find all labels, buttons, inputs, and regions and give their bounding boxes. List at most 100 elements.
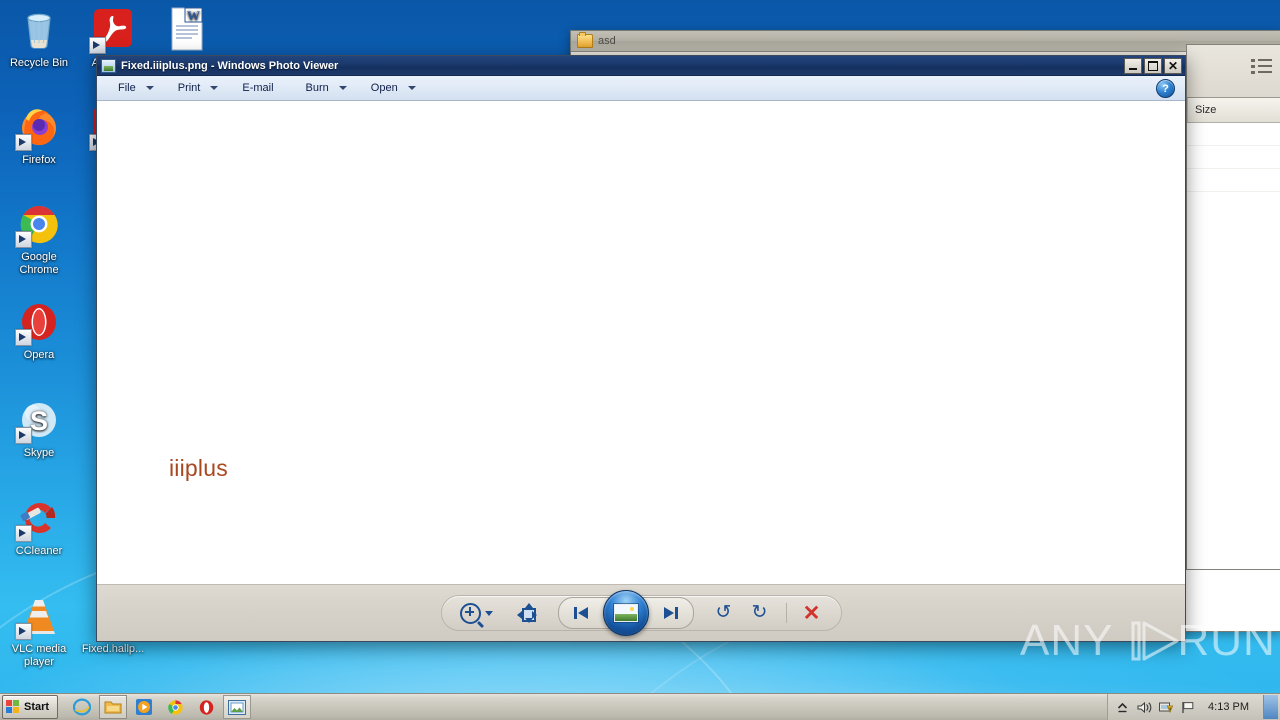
taskbar-media-player[interactable] [130,695,158,719]
chrome-icon [167,699,183,715]
asd-window-titlebar[interactable]: asd [571,31,1280,52]
desktop-icon-vlc-media-player[interactable]: VLC media player [2,592,76,669]
shortcut-overlay-icon [15,329,32,346]
magnifier-plus-icon [460,602,481,624]
windows-photo-viewer-window[interactable]: Fixed.iiiplus.png - Windows Photo Viewer… [96,55,1186,642]
desktop-icon-skype[interactable]: S Skype [2,396,76,460]
taskbar-opera[interactable] [192,695,220,719]
taskbar[interactable]: Start 4:13 PM [0,693,1280,720]
fit-to-window-button[interactable] [510,599,544,627]
rotate-cw-button[interactable]: ↻ [744,599,778,627]
explorer-column-headers[interactable]: Size [1187,98,1280,123]
desktop-icon-label: Opera [23,349,55,361]
desktop-icon-label: VLC media player [11,643,67,668]
photo-viewer-icon [228,699,247,715]
fit-to-window-icon [516,603,537,623]
menu-file[interactable]: File [111,79,161,97]
minimize-button[interactable] [1124,58,1142,74]
chevron-down-icon[interactable] [145,86,154,90]
desktop-icon-label: Firefox [22,154,56,166]
firefox-icon [15,103,63,151]
shortcut-overlay-icon [15,525,32,542]
menu-burn[interactable]: Burn [299,79,354,97]
menu-open[interactable]: Open [364,79,423,97]
image-canvas[interactable]: iiiplus [97,101,1185,584]
help-button[interactable]: ? [1156,79,1175,98]
taskbar-chrome[interactable] [161,695,189,719]
displayed-image-text: iiiplus [169,455,228,481]
start-button-label: Start [24,701,50,713]
menu-label: Open [370,82,398,94]
chevron-down-icon[interactable] [485,610,493,616]
chevron-up-icon[interactable] [1114,699,1130,715]
speaker-icon[interactable] [1136,699,1152,715]
delete-button[interactable]: ✕ [795,599,829,627]
taskbar-clock[interactable]: 4:13 PM [1202,701,1255,713]
toolbar-divider [785,603,787,623]
previous-button[interactable] [561,600,603,626]
next-button[interactable] [649,600,691,626]
explorer-window[interactable]: Size [1186,44,1280,570]
navigation-group[interactable] [557,590,694,636]
taskbar-windows-explorer[interactable] [99,695,128,719]
menu-label: File [118,82,136,94]
windows-logo-icon [6,700,20,714]
maximize-button[interactable] [1144,58,1162,74]
menu-print[interactable]: Print [171,79,226,97]
photo-viewer-controls[interactable]: ↺ ↻ ✕ [440,590,842,636]
shortcut-overlay-icon [15,623,32,640]
desktop-icon-ccleaner[interactable]: CCleaner [2,494,76,558]
explorer-file-list[interactable] [1187,123,1280,569]
column-header-size[interactable]: Size [1187,98,1216,122]
start-button[interactable]: Start [2,695,59,719]
photo-viewer-titlebar[interactable]: Fixed.iiiplus.png - Windows Photo Viewer… [97,56,1185,76]
list-item[interactable] [1187,146,1280,169]
system-tray[interactable]: 4:13 PM [1107,694,1280,720]
menu-label: Print [177,82,201,94]
rotate-counterclockwise-icon: ↺ [715,602,732,623]
shortcut-overlay-icon [15,134,32,151]
svg-text:W: W [187,8,200,23]
explorer-toolbar[interactable] [1187,45,1280,98]
menu-email[interactable]: E-mail [235,79,280,97]
desktop-icon-google-chrome[interactable]: Google Chrome [2,200,76,277]
photo-viewer-menubar[interactable]: File Print E-mail Burn Open ? [97,76,1185,101]
photo-viewer-toolbar[interactable]: ↺ ↻ ✕ [97,584,1185,641]
desktop-icon-firefox[interactable]: Firefox [2,103,76,167]
list-item[interactable] [1187,169,1280,192]
folder-icon [577,32,593,48]
desktop[interactable]: Recycle Bin Firefox Google Chrome Opera … [0,0,1280,720]
skype-icon: S [15,396,63,444]
taskbar-internet-explorer[interactable] [68,695,96,719]
show-desktop-button[interactable] [1263,695,1278,719]
desktop-icon-recycle-bin[interactable]: Recycle Bin [2,6,76,70]
close-icon: ✕ [1167,59,1179,73]
desktop-icon-label: Recycle Bin [9,57,69,69]
menu-label: E-mail [242,82,274,94]
shortcut-overlay-icon [15,231,32,248]
flag-icon[interactable] [1180,699,1196,715]
chevron-down-icon[interactable] [407,86,416,90]
taskbar-photo-viewer[interactable] [223,695,252,719]
list-item[interactable] [1187,123,1280,146]
slideshow-button[interactable] [602,590,649,636]
desktop-icon-opera[interactable]: Opera [2,298,76,362]
network-warning-icon[interactable] [1158,699,1174,715]
maximize-icon [1148,61,1158,71]
view-list-icon[interactable] [1251,59,1273,75]
zoom-control[interactable] [454,599,500,627]
recycle-bin-icon [15,6,63,54]
vlc-icon [15,592,63,640]
ccleaner-icon [15,494,63,542]
media-player-icon [136,699,153,715]
minimize-icon [1129,67,1137,70]
rotate-ccw-button[interactable]: ↺ [708,599,742,627]
window-controls[interactable]: ✕ [1124,58,1182,74]
chevron-down-icon[interactable] [210,86,219,90]
slideshow-play-icon [613,604,638,622]
adobe-reader-icon [89,6,137,54]
word-doc-icon: W [163,6,211,54]
chevron-down-icon[interactable] [338,86,347,90]
taskbar-buttons[interactable] [68,695,252,719]
close-button[interactable]: ✕ [1164,58,1182,74]
